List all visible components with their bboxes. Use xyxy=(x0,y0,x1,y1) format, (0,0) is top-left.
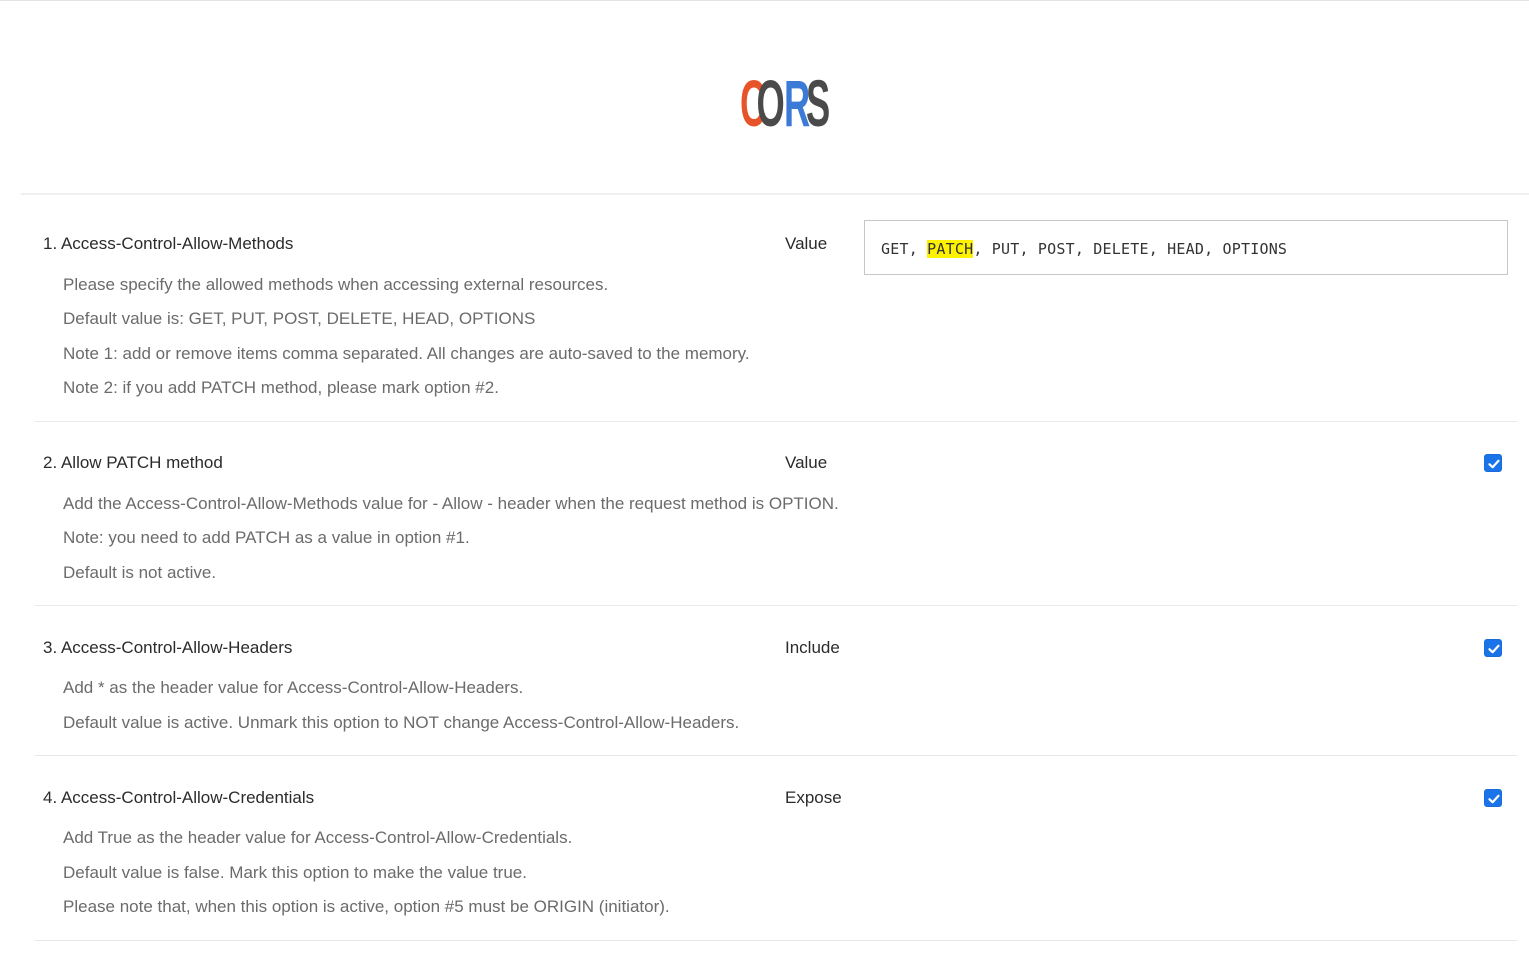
highlighted-value-part: PATCH xyxy=(927,240,974,258)
checkmark-icon xyxy=(1488,794,1500,804)
description-line: Default is not active. xyxy=(63,563,217,582)
description-line: Add * as the header value for Access-Con… xyxy=(63,678,524,697)
value-part: , PUT, POST, DELETE, HEAD, OPTIONS xyxy=(973,240,1288,258)
description-line: Add the Access-Control-Allow-Methods val… xyxy=(63,494,839,513)
logo-letter-s: S xyxy=(806,68,830,134)
option-title: 1. Access-Control-Allow-Methods xyxy=(43,234,294,253)
description-line: Please note that, when this option is ac… xyxy=(63,897,670,916)
description-line: Add True as the header value for Access-… xyxy=(63,828,573,847)
description-line: Note 1: add or remove items comma separa… xyxy=(63,344,750,363)
description-line: Note: you need to add PATCH as a value i… xyxy=(63,528,470,547)
description-line: Note 2: if you add PATCH method, please … xyxy=(63,378,499,397)
option-title: 2. Allow PATCH method xyxy=(43,453,223,472)
cors-logo-graphic: C O R S xyxy=(740,68,830,141)
include-label: Include xyxy=(785,638,840,657)
expose-label: Expose xyxy=(785,788,842,807)
description-line: Default value is false. Mark this option… xyxy=(63,863,527,882)
allow-headers-checkbox[interactable] xyxy=(1484,639,1502,657)
value-part: GET, xyxy=(881,240,928,258)
top-border xyxy=(0,0,1529,1)
header-separator xyxy=(21,193,1529,195)
option-allow-headers: 3. Access-Control-Allow-Headers Include … xyxy=(35,638,1517,756)
description-line: Please specify the allowed methods when … xyxy=(63,275,609,294)
description-line: Default value is: GET, PUT, POST, DELETE… xyxy=(63,309,536,328)
option-allow-credentials: 4. Access-Control-Allow-Credentials Expo… xyxy=(35,788,1517,941)
logo-letter-o: O xyxy=(757,68,785,134)
allowed-methods-input[interactable]: GET, PATCH, PUT, POST, DELETE, HEAD, OPT… xyxy=(864,220,1508,275)
option-allow-patch: 2. Allow PATCH method Value Add the Acce… xyxy=(35,453,1517,606)
description-line: Default value is active. Unmark this opt… xyxy=(63,713,740,732)
checkmark-icon xyxy=(1488,459,1500,469)
value-label: Value xyxy=(785,453,828,472)
allow-patch-checkbox[interactable] xyxy=(1484,454,1502,472)
value-label: Value xyxy=(785,234,828,253)
option-title: 4. Access-Control-Allow-Credentials xyxy=(43,788,315,807)
option-allow-methods: 1. Access-Control-Allow-Methods Value GE… xyxy=(35,220,1517,422)
allow-credentials-checkbox[interactable] xyxy=(1484,789,1502,807)
cors-logo: C O R S xyxy=(740,64,840,141)
option-title: 3. Access-Control-Allow-Headers xyxy=(43,638,293,657)
checkmark-icon xyxy=(1488,644,1500,654)
